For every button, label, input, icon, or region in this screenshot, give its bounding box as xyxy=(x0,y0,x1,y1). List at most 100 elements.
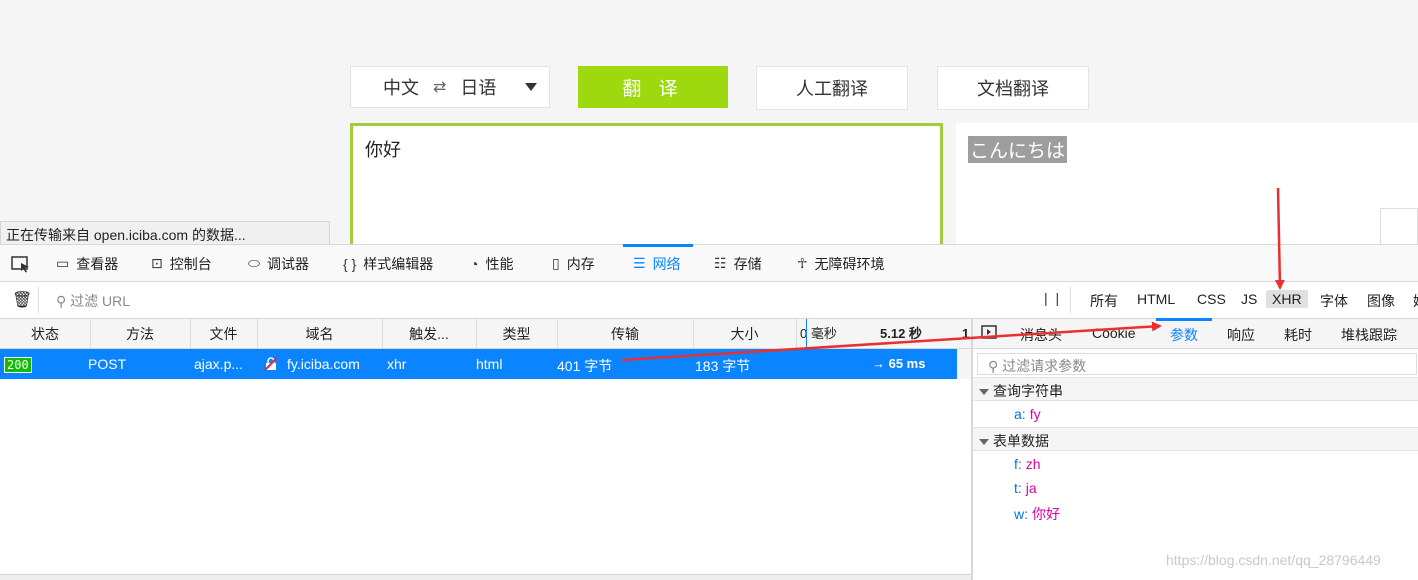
request-timing: → 65 ms xyxy=(872,356,926,371)
status-bar: 正在传输来自 open.iciba.com 的数据... xyxy=(0,221,330,245)
trash-icon[interactable]: 🗑 xyxy=(12,290,32,310)
language-selector[interactable]: 中文 ⇄ 日语 xyxy=(350,66,550,108)
filter-js[interactable]: JS xyxy=(1241,291,1257,307)
style-editor-icon: { } xyxy=(343,255,357,272)
column-type[interactable]: 类型 xyxy=(476,319,558,348)
form-param: t: ja xyxy=(1014,480,1037,496)
tab-label: 控制台 xyxy=(169,255,212,272)
tab-inspector[interactable]: ▭ 查看器 xyxy=(56,245,118,282)
query-param: a: fy xyxy=(1014,406,1041,422)
param-value: fy xyxy=(1029,406,1041,422)
tab-style-editor[interactable]: { } 样式编辑器 xyxy=(343,245,433,282)
filter-css[interactable]: CSS xyxy=(1197,291,1226,307)
performance-icon: ◔ xyxy=(470,255,479,272)
request-table-header: 状态 方法 文件 域名 触发... 类型 传输 大小 0 毫秒 5.12 秒 1 xyxy=(0,319,972,349)
target-language: 日语 xyxy=(460,78,497,98)
network-filter-bar: 🗑 ⚲ 过滤 URL | | 所有 HTML CSS JS XHR 字体 图像 … xyxy=(0,282,1418,319)
request-file: ajax.p... xyxy=(194,356,244,372)
request-size: 183 字节 xyxy=(695,358,751,374)
section-title: 表单数据 xyxy=(993,433,1049,449)
expand-triangle-icon xyxy=(979,389,989,396)
tab-storage[interactable]: ☷ 存储 xyxy=(714,245,762,282)
document-translate-button[interactable]: 文档翻译 xyxy=(937,66,1089,110)
section-title: 查询字符串 xyxy=(993,383,1063,399)
filter-url-input[interactable]: ⚲ 过滤 URL xyxy=(56,291,130,311)
column-domain[interactable]: 域名 xyxy=(257,319,383,348)
filter-fonts[interactable]: 字体 xyxy=(1320,291,1348,311)
element-picker-icon[interactable] xyxy=(11,245,31,282)
source-language: 中文 xyxy=(383,78,419,98)
filter-icon: ⚲ xyxy=(56,293,71,309)
tab-stack-trace[interactable]: 堆栈跟踪 xyxy=(1341,325,1397,345)
request-transferred: 401 字节 xyxy=(557,358,613,374)
filter-xhr[interactable]: XHR xyxy=(1266,290,1308,308)
toggle-sidebar-icon[interactable] xyxy=(981,325,997,342)
tab-label: 性能 xyxy=(485,255,514,272)
param-value: zh xyxy=(1025,456,1041,472)
storage-icon: ☷ xyxy=(714,255,727,271)
request-cause: xhr xyxy=(387,356,407,372)
translate-button[interactable]: 翻 译 xyxy=(578,66,728,108)
tab-cookies[interactable]: Cookie xyxy=(1092,325,1136,341)
column-method[interactable]: 方法 xyxy=(90,319,191,348)
pause-button[interactable]: | | xyxy=(1044,290,1061,306)
tab-accessibility[interactable]: ☥ 无障碍环境 xyxy=(797,245,884,282)
expand-triangle-icon xyxy=(979,439,989,446)
debugger-icon: ⬭ xyxy=(248,255,260,271)
column-cause[interactable]: 触发... xyxy=(382,319,477,348)
filter-images[interactable]: 图像 xyxy=(1367,291,1395,311)
param-key: t: xyxy=(1014,480,1022,496)
request-method: POST xyxy=(88,356,127,372)
tab-network[interactable]: ☰ 网络 xyxy=(623,244,693,282)
param-filter-input[interactable]: ⚲ 过滤请求参数 xyxy=(977,353,1417,375)
request-row[interactable]: 200 POST ajax.p... fy.iciba.com xhr html… xyxy=(0,349,957,379)
swap-icon[interactable]: ⇄ xyxy=(433,77,446,97)
translation-output: こんにちは xyxy=(956,123,1418,248)
tab-timings[interactable]: 耗时 xyxy=(1284,325,1312,345)
filter-all[interactable]: 所有 xyxy=(1090,291,1118,311)
tab-response[interactable]: 响应 xyxy=(1227,325,1255,345)
chevron-down-icon[interactable] xyxy=(525,83,537,91)
horizontal-scrollbar[interactable] xyxy=(0,574,972,580)
accessibility-icon: ☥ xyxy=(797,255,808,271)
human-translate-button[interactable]: 人工翻译 xyxy=(756,66,908,110)
tab-label: 查看器 xyxy=(76,255,119,272)
network-icon: ☰ xyxy=(633,255,646,271)
tab-label: 内存 xyxy=(566,255,595,272)
insecure-lock-icon xyxy=(264,356,278,372)
query-string-section[interactable]: 查询字符串 xyxy=(973,377,1418,401)
column-file[interactable]: 文件 xyxy=(190,319,258,348)
tab-debugger[interactable]: ⬭ 调试器 xyxy=(248,245,309,282)
timeline-marker xyxy=(806,319,807,380)
form-data-section[interactable]: 表单数据 xyxy=(973,427,1418,451)
tab-memory[interactable]: ▯ 内存 xyxy=(552,245,595,282)
filter-html[interactable]: HTML xyxy=(1137,291,1175,307)
param-key: f: xyxy=(1014,456,1022,472)
form-param: f: zh xyxy=(1014,456,1041,472)
request-domain: fy.iciba.com xyxy=(287,356,360,372)
tab-headers[interactable]: 消息头 xyxy=(1020,325,1062,345)
devtools-toolbar: ▭ 查看器 ⊡ 控制台 ⬭ 调试器 { } 样式编辑器 ◔ 性能 ▯ 内存 ☰ … xyxy=(0,244,1418,282)
filter-media[interactable]: 媒 xyxy=(1413,291,1418,311)
details-tabs: 消息头 Cookie 参数 响应 耗时 堆栈跟踪 xyxy=(973,318,1418,349)
floating-widget[interactable] xyxy=(1380,208,1418,248)
tab-console[interactable]: ⊡ 控制台 xyxy=(151,245,212,282)
tab-params[interactable]: 参数 xyxy=(1156,318,1212,345)
tab-label: 样式编辑器 xyxy=(363,255,434,272)
tab-performance[interactable]: ◔ 性能 xyxy=(470,245,513,282)
param-value: ja xyxy=(1025,480,1037,496)
request-list-empty xyxy=(0,379,972,580)
source-text-input[interactable]: 你好 xyxy=(350,123,943,248)
status-code-badge: 200 xyxy=(4,357,32,373)
timeline-mark-1: 5.12 秒 xyxy=(880,326,922,341)
tab-label: 网络 xyxy=(652,255,681,272)
column-status[interactable]: 状态 xyxy=(0,319,91,348)
column-size[interactable]: 大小 xyxy=(693,319,797,348)
tab-label: 存储 xyxy=(733,255,762,272)
source-text: 你好 xyxy=(365,140,401,160)
column-transferred[interactable]: 传输 xyxy=(557,319,694,348)
translated-text: こんにちは xyxy=(968,136,1068,163)
param-value: 你好 xyxy=(1032,506,1060,522)
memory-icon: ▯ xyxy=(552,255,560,271)
request-type: html xyxy=(476,356,503,372)
